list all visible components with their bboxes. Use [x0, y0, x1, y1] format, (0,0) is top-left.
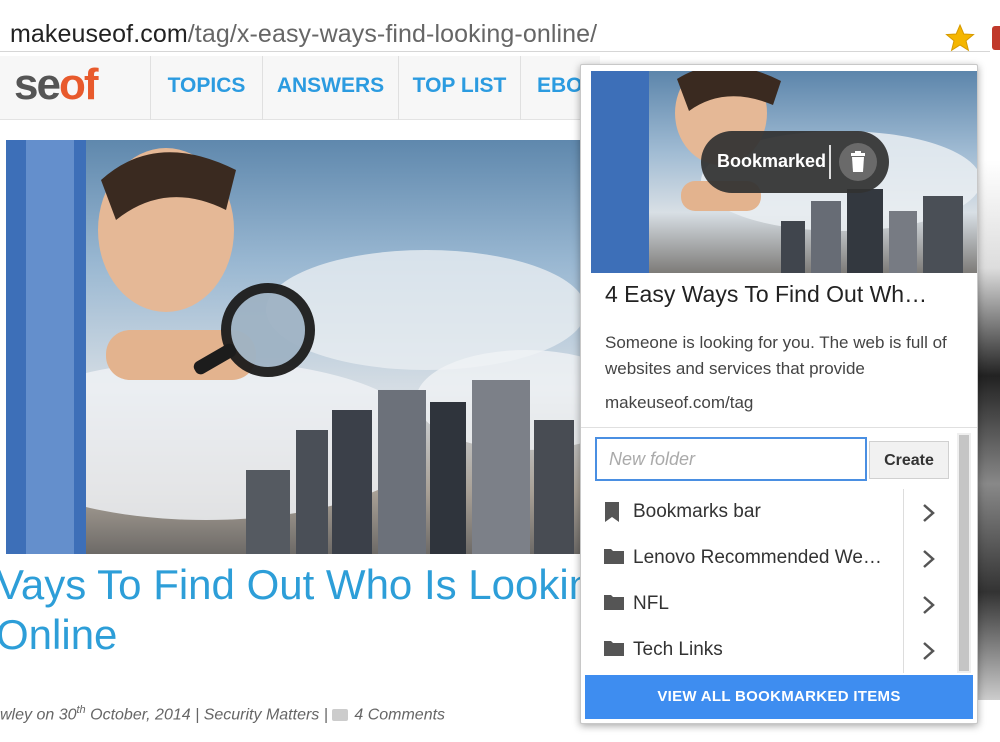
chevron-right-icon: [923, 642, 935, 660]
url-path: /tag/x-easy-ways-find-looking-online/: [187, 20, 598, 48]
site-logo[interactable]: seof: [14, 60, 98, 110]
bookmark-thumbnail: Bookmarked: [591, 71, 977, 273]
chevron-right-icon: [923, 550, 935, 568]
folder-item-tech-links[interactable]: Tech Links: [593, 627, 955, 673]
create-folder-button[interactable]: Create: [869, 441, 949, 479]
extension-icon[interactable]: [992, 26, 1000, 50]
comment-icon: [332, 709, 349, 722]
bookmark-title[interactable]: 4 Easy Ways To Find Out Wh…: [605, 281, 927, 308]
folder-icon: [604, 595, 624, 610]
folder-item-nfl[interactable]: NFL: [593, 581, 955, 627]
new-folder-input[interactable]: New folder: [595, 437, 867, 481]
remove-bookmark-button[interactable]: [839, 143, 877, 181]
article-meta: wley on 30th October, 2014 | Security Ma…: [0, 704, 446, 724]
expand-folder-button[interactable]: [903, 627, 955, 673]
comments-link[interactable]: 4 Comments: [354, 706, 445, 723]
folder-icon: [604, 641, 624, 656]
folder-item-lenovo[interactable]: Lenovo Recommended We…: [593, 535, 955, 581]
expand-folder-button[interactable]: [903, 535, 955, 581]
folder-icon: [604, 549, 624, 564]
folder-list-scrollbar[interactable]: [957, 433, 971, 673]
nav-topics[interactable]: TOPICS: [150, 56, 262, 120]
folder-label: Bookmarks bar: [633, 501, 761, 522]
browser-toolbar: makeuseof.com/tag/x-easy-ways-find-looki…: [0, 0, 1000, 56]
folder-item-bookmarks-bar[interactable]: Bookmarks bar: [593, 489, 955, 535]
folder-label: Tech Links: [633, 639, 723, 660]
view-all-bookmarks-button[interactable]: VIEW ALL BOOKMARKED ITEMS: [585, 675, 973, 719]
pill-divider: [829, 145, 831, 179]
article-title-line2: Online: [0, 611, 118, 658]
folder-label: NFL: [633, 593, 669, 614]
scrollbar-thumb[interactable]: [959, 435, 969, 671]
chevron-right-icon: [923, 596, 935, 614]
article-title-line1: Vays To Find Out Who Is Lookin: [0, 561, 593, 608]
bookmark-description: Someone is looking for you. The web is f…: [605, 333, 947, 378]
article-hero-image[interactable]: [6, 140, 600, 554]
article-title[interactable]: Vays To Find Out Who Is Lookin Online: [0, 560, 596, 660]
address-bar[interactable]: makeuseof.com/tag/x-easy-ways-find-looki…: [0, 6, 990, 52]
bookmarked-status: Bookmarked: [717, 151, 827, 171]
nav-top-list[interactable]: TOP LIST: [398, 56, 520, 120]
bookmark-url: makeuseof.com/tag: [605, 393, 754, 412]
expand-folder-button[interactable]: [903, 489, 955, 535]
nav-answers[interactable]: ANSWERS: [262, 56, 398, 120]
bookmark-star-icon[interactable]: [944, 22, 976, 54]
folder-list: Bookmarks bar Lenovo Recommended We… NFL…: [581, 489, 957, 675]
url-text[interactable]: makeuseof.com/tag/x-easy-ways-find-looki…: [10, 20, 597, 49]
bookmark-icon: [605, 502, 619, 522]
site-navbar: seof TOPICS ANSWERS TOP LIST EBOO: [0, 56, 600, 120]
bookmarked-pill: Bookmarked: [701, 131, 889, 193]
folder-label: Lenovo Recommended We…: [633, 547, 882, 568]
divider: [581, 427, 977, 428]
background-image-edge: [976, 160, 1000, 700]
category-link[interactable]: Security Matters: [204, 706, 320, 723]
url-domain: makeuseof.com: [10, 20, 188, 48]
bookmark-popup: Bookmarked 4 Easy Ways To Find Out Wh… S…: [580, 64, 978, 724]
trash-icon: [851, 151, 865, 172]
chevron-right-icon: [923, 504, 935, 522]
expand-folder-button[interactable]: [903, 581, 955, 627]
